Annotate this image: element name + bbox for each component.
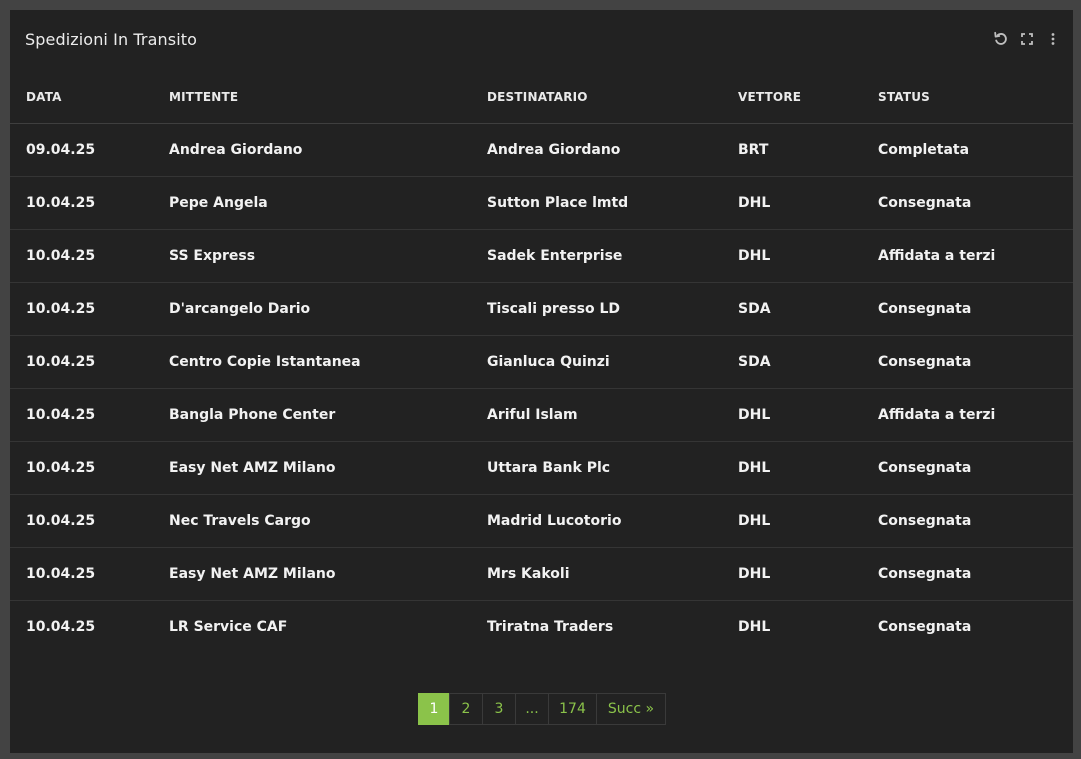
page-button-3[interactable]: 3 [482, 693, 516, 725]
cell-mittente: Centro Copie Istantanea [153, 335, 471, 389]
cell-destinatario: Sutton Place lmtd [471, 176, 722, 230]
cell-data: 10.04.25 [10, 176, 153, 230]
cell-destinatario: Madrid Lucotorio [471, 494, 722, 548]
table-row[interactable]: 10.04.25 Nec Travels Cargo Madrid Lucoto… [10, 494, 1073, 548]
cell-vettore: SDA [722, 335, 862, 389]
panel-header: Spedizioni In Transito [10, 10, 1073, 70]
cell-data: 10.04.25 [10, 282, 153, 336]
column-header-destinatario[interactable]: DESTINATARIO [471, 70, 722, 124]
cell-status: Consegnata [862, 494, 1073, 548]
cell-vettore: DHL [722, 229, 862, 283]
cell-destinatario: Sadek Enterprise [471, 229, 722, 283]
more-vertical-icon[interactable] [1045, 30, 1061, 48]
cell-destinatario: Uttara Bank Plc [471, 441, 722, 495]
fullscreen-icon[interactable] [1019, 30, 1035, 48]
cell-destinatario: Triratna Traders [487, 619, 614, 635]
cell-mittente: D'arcangelo Dario [153, 282, 471, 336]
cell-status: Consegnata [862, 282, 1073, 336]
cell-vettore: SDA [722, 282, 862, 336]
next-page-button[interactable]: Succ » [596, 693, 666, 725]
table-row[interactable]: 10.04.25 D'arcangelo Dario Tiscali press… [10, 282, 1073, 336]
column-header-mittente[interactable]: MITTENTE [153, 70, 471, 124]
cell-mittente: SS Express [153, 229, 471, 283]
cell-destinatario: Mrs Kakoli [471, 547, 722, 601]
table-row[interactable]: 10.04.25 Centro Copie Istantanea Gianluc… [10, 335, 1073, 389]
table-row[interactable]: 10.04.25 Easy Net AMZ Milano Uttara Bank… [10, 441, 1073, 495]
column-header-status[interactable]: STATUS [862, 70, 1073, 124]
cell-data: 10.04.25 [10, 388, 153, 442]
cell-status: Affidata a terzi [862, 388, 1073, 442]
refresh-icon[interactable] [993, 30, 1009, 48]
cell-vettore: BRT [722, 123, 862, 177]
panel-tools [993, 30, 1061, 48]
table-row[interactable]: 09.04.25 Andrea Giordano Andrea Giordano… [10, 123, 1073, 177]
page-ellipsis: ... [515, 693, 549, 725]
cell-destinatario: Ariful Islam [471, 388, 722, 442]
cell-status: Consegnata [862, 335, 1073, 389]
cell-destinatario: Tiscali presso LD [471, 282, 722, 336]
cell-mittente: Pepe Angela [153, 176, 471, 230]
cell-mittente: Easy Net AMZ Milano [153, 441, 471, 495]
cell-mittente: Andrea Giordano [153, 123, 471, 177]
cell-data: 09.04.25 [10, 123, 153, 177]
cell-mittente: Easy Net AMZ Milano [153, 547, 471, 601]
cell-data: 10.04.25 [10, 494, 153, 548]
cell-status: Consegnata [862, 547, 1073, 601]
cell-status: Consegnata [878, 619, 972, 635]
pagination: 1 2 3 ... 174 Succ » [418, 693, 666, 726]
column-header-data[interactable]: DATA [10, 70, 153, 124]
cell-vettore: DHL [722, 547, 862, 601]
table-row[interactable]: 10.04.25 Pepe Angela Sutton Place lmtd D… [10, 176, 1073, 230]
cell-data: 10.04.25 [10, 335, 153, 389]
table-row[interactable]: 10.04.25 SS Express Sadek Enterprise DHL… [10, 229, 1073, 283]
cell-data: 10.04.25 [10, 441, 153, 495]
cell-mittente: Nec Travels Cargo [153, 494, 471, 548]
table-row[interactable]: 10.04.25 Easy Net AMZ Milano Mrs Kakoli … [10, 547, 1073, 601]
cell-vettore: DHL [722, 388, 862, 442]
table-row[interactable]: 10.04.25 LR Service CAF Triratna Traders… [10, 601, 1073, 654]
panel-title: Spedizioni In Transito [25, 30, 197, 49]
cell-data: 10.04.25 [26, 619, 96, 635]
page-button-last[interactable]: 174 [548, 693, 597, 725]
cell-vettore: DHL [722, 494, 862, 548]
cell-status: Completata [862, 123, 1073, 177]
cell-status: Affidata a terzi [862, 229, 1073, 283]
column-header-vettore[interactable]: VETTORE [722, 70, 862, 124]
cell-vettore: DHL [738, 619, 771, 635]
cell-status: Consegnata [862, 176, 1073, 230]
table-header-row: DATA MITTENTE DESTINATARIO VETTORE STATU… [10, 70, 1073, 124]
page-button-1[interactable]: 1 [418, 693, 450, 725]
cell-destinatario: Andrea Giordano [471, 123, 722, 177]
cell-status: Consegnata [862, 441, 1073, 495]
cell-destinatario: Gianluca Quinzi [471, 335, 722, 389]
cell-vettore: DHL [722, 441, 862, 495]
shipments-panel: Spedizioni In Transito DATA MITTENTE DES… [10, 10, 1073, 753]
table-row[interactable]: 10.04.25 Bangla Phone Center Ariful Isla… [10, 388, 1073, 442]
cell-data: 10.04.25 [10, 229, 153, 283]
shipments-table: DATA MITTENTE DESTINATARIO VETTORE STATU… [10, 70, 1073, 653]
page-button-2[interactable]: 2 [449, 693, 483, 725]
cell-data: 10.04.25 [10, 547, 153, 601]
cell-mittente: Bangla Phone Center [153, 388, 471, 442]
cell-vettore: DHL [722, 176, 862, 230]
cell-mittente: LR Service CAF [169, 619, 288, 635]
